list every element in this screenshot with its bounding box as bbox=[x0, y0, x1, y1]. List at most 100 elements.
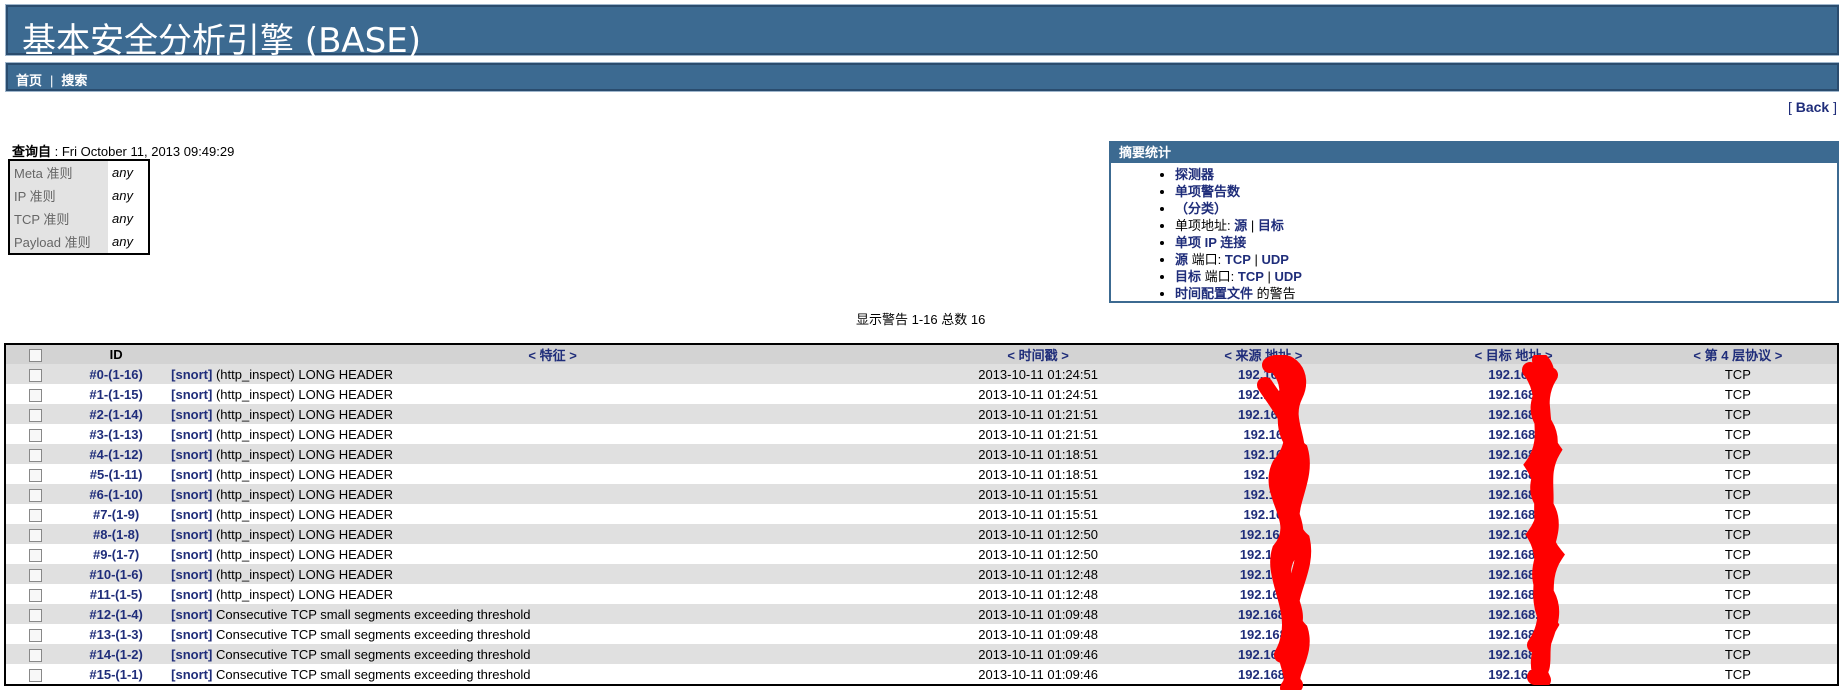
row-checkbox[interactable] bbox=[29, 488, 43, 502]
nav-home-link[interactable]: 首页 bbox=[16, 73, 42, 88]
dst-ip-link[interactable]: 192.168. bbox=[1488, 607, 1539, 622]
src-ip-link[interactable]: 192.168. bbox=[1238, 407, 1289, 422]
src-ip-link[interactable]: 192.168. bbox=[1238, 387, 1289, 402]
unique-src-addr-link[interactable]: 源 bbox=[1234, 218, 1247, 233]
row-checkbox[interactable] bbox=[29, 508, 43, 522]
categories-link[interactable]: （分类） bbox=[1175, 201, 1227, 216]
snort-tag-link[interactable]: [snort] bbox=[171, 467, 212, 482]
row-checkbox[interactable] bbox=[29, 528, 43, 542]
sort-timestamp-link[interactable]: < 时间戳 > bbox=[1007, 348, 1068, 363]
src-ip-link[interactable]: 192.16 bbox=[1243, 427, 1283, 442]
sort-proto-link[interactable]: < 第 4 层协议 > bbox=[1693, 348, 1782, 363]
snort-tag-link[interactable]: [snort] bbox=[171, 527, 212, 542]
sort-src-link[interactable]: < 来源 地址 > bbox=[1224, 348, 1302, 363]
dst-ip-link[interactable]: 192.168. bbox=[1488, 487, 1539, 502]
src-ip-link[interactable]: 192.168 bbox=[1240, 547, 1287, 562]
alert-id-link[interactable]: #12-(1-4) bbox=[89, 607, 142, 622]
dst-ip-link[interactable]: 192.168. bbox=[1488, 427, 1539, 442]
row-checkbox[interactable] bbox=[29, 368, 43, 382]
dst-port-label-link[interactable]: 目标 bbox=[1175, 269, 1201, 284]
src-ip-link[interactable]: 192.16 bbox=[1243, 507, 1283, 522]
dst-ip-link[interactable]: 192.168. bbox=[1488, 647, 1539, 662]
src-port-label-link[interactable]: 源 bbox=[1175, 252, 1188, 267]
snort-tag-link[interactable]: [snort] bbox=[171, 587, 212, 602]
alert-id-link[interactable]: #10-(1-6) bbox=[89, 567, 142, 582]
dst-ip-link[interactable]: 192.168. bbox=[1488, 467, 1539, 482]
time-profile-link[interactable]: 时间配置文件 bbox=[1175, 286, 1253, 301]
row-checkbox[interactable] bbox=[29, 588, 43, 602]
unique-alerts-link[interactable]: 单项警告数 bbox=[1175, 184, 1240, 199]
row-checkbox[interactable] bbox=[29, 648, 43, 662]
src-ip-link[interactable]: 192.16 bbox=[1243, 487, 1283, 502]
row-checkbox[interactable] bbox=[29, 548, 43, 562]
alert-id-link[interactable]: #15-(1-1) bbox=[89, 667, 142, 682]
dst-ip-link[interactable]: 192.168. bbox=[1488, 367, 1539, 382]
snort-tag-link[interactable]: [snort] bbox=[171, 487, 212, 502]
dst-ip-link[interactable]: 192.168. bbox=[1488, 627, 1539, 642]
row-checkbox[interactable] bbox=[29, 568, 43, 582]
dst-ip-link[interactable]: 192.168. bbox=[1488, 547, 1539, 562]
row-checkbox[interactable] bbox=[29, 428, 43, 442]
snort-tag-link[interactable]: [snort] bbox=[171, 407, 212, 422]
nav-search-link[interactable]: 搜索 bbox=[61, 73, 87, 88]
src-port-tcp-link[interactable]: TCP bbox=[1225, 252, 1251, 267]
snort-tag-link[interactable]: [snort] bbox=[171, 567, 212, 582]
alert-id-link[interactable]: #3-(1-13) bbox=[89, 427, 142, 442]
dst-port-tcp-link[interactable]: TCP bbox=[1238, 269, 1264, 284]
alert-id-link[interactable]: #8-(1-8) bbox=[93, 527, 139, 542]
snort-tag-link[interactable]: [snort] bbox=[171, 447, 212, 462]
alert-id-link[interactable]: #9-(1-7) bbox=[93, 547, 139, 562]
sort-signature-link[interactable]: < 特征 > bbox=[528, 348, 576, 363]
src-port-udp-link[interactable]: UDP bbox=[1262, 252, 1289, 267]
alert-id-link[interactable]: #5-(1-11) bbox=[90, 467, 143, 482]
snort-tag-link[interactable]: [snort] bbox=[171, 647, 212, 662]
dst-ip-link[interactable]: 192.168. bbox=[1488, 447, 1539, 462]
src-ip-link[interactable]: 192.168. bbox=[1238, 647, 1289, 662]
src-ip-link[interactable]: 192.168. bbox=[1238, 367, 1289, 382]
src-ip-link[interactable]: 192.168 bbox=[1240, 527, 1287, 542]
row-checkbox[interactable] bbox=[29, 468, 43, 482]
src-ip-link[interactable]: 192.168 bbox=[1240, 627, 1287, 642]
alert-id-link[interactable]: #1-(1-15) bbox=[89, 387, 142, 402]
row-checkbox[interactable] bbox=[29, 408, 43, 422]
alert-id-link[interactable]: #13-(1-3) bbox=[89, 627, 142, 642]
snort-tag-link[interactable]: [snort] bbox=[171, 627, 212, 642]
alert-id-link[interactable]: #0-(1-16) bbox=[89, 367, 142, 382]
select-all-checkbox[interactable] bbox=[29, 349, 43, 363]
src-ip-link[interactable]: 192.168. bbox=[1238, 607, 1289, 622]
dst-ip-link[interactable]: 192.168. bbox=[1488, 667, 1539, 682]
src-ip-link[interactable]: 192.16 bbox=[1243, 447, 1283, 462]
row-checkbox[interactable] bbox=[29, 608, 43, 622]
sensors-link[interactable]: 探测器 bbox=[1175, 167, 1214, 182]
snort-tag-link[interactable]: [snort] bbox=[171, 507, 212, 522]
unique-ip-links-link[interactable]: 单项 IP 连接 bbox=[1175, 235, 1246, 250]
alert-id-link[interactable]: #11-(1-5) bbox=[90, 587, 143, 602]
snort-tag-link[interactable]: [snort] bbox=[171, 547, 212, 562]
snort-tag-link[interactable]: [snort] bbox=[171, 387, 212, 402]
src-ip-link[interactable]: 192.168 bbox=[1240, 567, 1287, 582]
back-link[interactable]: Back bbox=[1796, 99, 1829, 115]
sort-dst-link[interactable]: < 目标 地址 > bbox=[1475, 348, 1553, 363]
dst-ip-link[interactable]: 192.168. bbox=[1488, 387, 1539, 402]
src-ip-link[interactable]: 192.168 bbox=[1240, 587, 1287, 602]
alert-id-link[interactable]: #4-(1-12) bbox=[89, 447, 142, 462]
alert-id-link[interactable]: #2-(1-14) bbox=[89, 407, 142, 422]
dst-ip-link[interactable]: 192.168. bbox=[1488, 527, 1539, 542]
dst-ip-link[interactable]: 192.168. bbox=[1488, 587, 1539, 602]
dst-port-udp-link[interactable]: UDP bbox=[1275, 269, 1302, 284]
src-ip-link[interactable]: 192.16 bbox=[1243, 467, 1283, 482]
src-ip-link[interactable]: 192.168. bbox=[1238, 667, 1289, 682]
snort-tag-link[interactable]: [snort] bbox=[171, 427, 212, 442]
snort-tag-link[interactable]: [snort] bbox=[171, 667, 212, 682]
snort-tag-link[interactable]: [snort] bbox=[171, 607, 212, 622]
dst-ip-link[interactable]: 192.168. bbox=[1488, 567, 1539, 582]
alert-id-link[interactable]: #14-(1-2) bbox=[89, 647, 142, 662]
alert-id-link[interactable]: #6-(1-10) bbox=[89, 487, 142, 502]
unique-dst-addr-link[interactable]: 目标 bbox=[1258, 218, 1284, 233]
dst-ip-link[interactable]: 192.168. bbox=[1488, 407, 1539, 422]
alert-id-link[interactable]: #7-(1-9) bbox=[93, 507, 139, 522]
snort-tag-link[interactable]: [snort] bbox=[171, 367, 212, 382]
dst-ip-link[interactable]: 192.168. bbox=[1488, 507, 1539, 522]
row-checkbox[interactable] bbox=[29, 628, 43, 642]
row-checkbox[interactable] bbox=[29, 668, 43, 682]
